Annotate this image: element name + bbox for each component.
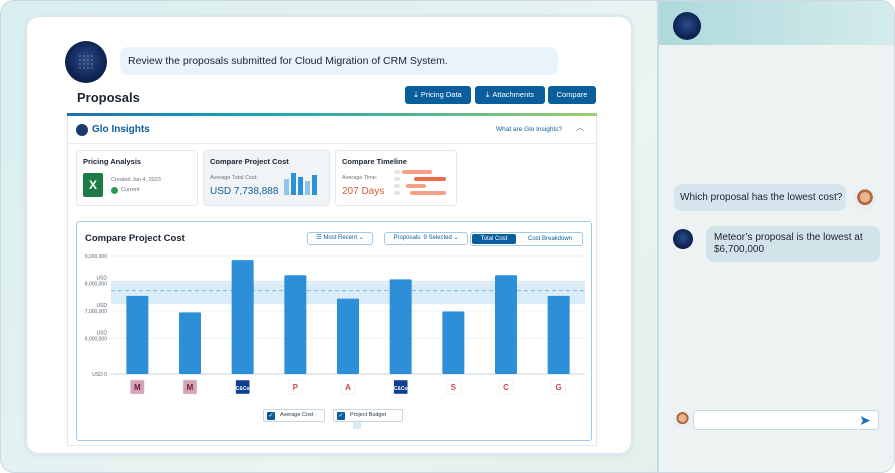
insights-title: Glo Insights: [92, 124, 150, 135]
mini-gantt-icon: [394, 170, 446, 195]
average-total-cost-value: USD 7,738,888: [210, 186, 279, 197]
proposals-filter-dropdown[interactable]: Proposals: 9 Selected ⌄: [384, 232, 468, 245]
sort-label: Most Recent: [323, 235, 358, 241]
compare-button[interactable]: Compare: [548, 86, 596, 104]
assistant-avatar: [65, 41, 107, 83]
send-icon[interactable]: ➤: [859, 412, 871, 429]
cost-breakdown-tab[interactable]: Cost Breakdown: [519, 234, 581, 244]
compare-timeline-card[interactable]: Compare Timeline Average Time: 207 Days: [335, 150, 457, 206]
attachments-button[interactable]: ⤓ Attachments: [475, 86, 545, 104]
insights-panel: Glo Insights What are Glo Insights? ︿ Pr…: [67, 116, 597, 446]
vendor-logo-label: S: [451, 383, 457, 392]
pricing-analysis-title: Pricing Analysis: [83, 157, 142, 166]
legend-average-cost[interactable]: ✓ Average Cost ┄: [263, 409, 325, 422]
assistant-avatar: [673, 229, 693, 249]
y-tick-label: 8,000,000: [85, 282, 107, 288]
mini-bar-chart-icon: [284, 173, 317, 195]
vendor-logo-label: C&Co: [236, 386, 250, 392]
user-avatar: [674, 411, 691, 428]
compare-timeline-title: Compare Timeline: [342, 157, 407, 166]
user-avatar: [854, 188, 876, 210]
vendor-logo-label: P: [293, 383, 299, 392]
bar-8: [495, 275, 517, 374]
dashed-line-icon: ┄: [314, 412, 319, 418]
download-icon: ⤓: [485, 90, 490, 99]
vendor-logo-label: C: [503, 383, 509, 392]
vendor-logo-label: G: [556, 383, 562, 392]
proposal-card: Review the proposals submitted for Cloud…: [27, 17, 631, 453]
app-frame: Review the proposals submitted for Cloud…: [0, 0, 895, 473]
vendor-logo-label: M: [134, 383, 141, 392]
bar-1: [126, 295, 149, 374]
average-total-cost-label: Average Total Cost:: [210, 175, 258, 181]
assistant-message: Meteor’s proposal is the lowest at $6,70…: [706, 226, 880, 262]
total-cost-tab[interactable]: Total Cost: [472, 234, 516, 244]
bar-4: [284, 275, 307, 374]
cost-bar-chart: USD9,000,000USD8,000,000USD7,000,000USD6…: [85, 252, 585, 395]
legend-budget-label: Project Budget: [350, 412, 387, 418]
assistant-avatar: [673, 12, 701, 40]
band-swatch-icon: [353, 422, 361, 430]
excel-icon: X: [83, 173, 103, 197]
filter-label: Proposals: 9 Selected: [393, 235, 452, 241]
vendor-logo-label: M: [187, 383, 194, 392]
vendor-logo-label: A: [345, 383, 351, 392]
status-text: Current: [121, 187, 140, 193]
page-title: Proposals: [77, 90, 140, 105]
user-message: Which proposal has the lowest cost?: [674, 184, 846, 211]
checkbox-checked-icon: ✓: [337, 412, 345, 420]
bar-5: [337, 298, 359, 374]
average-time-value: 207 Days: [342, 186, 385, 197]
cost-view-toggle: Total Cost Cost Breakdown: [470, 232, 583, 246]
y-tick-label: USD 0: [92, 372, 107, 378]
average-time-label: Average Time:: [342, 175, 378, 181]
bar-7: [442, 311, 465, 374]
pricing-data-button[interactable]: ⤓ Pricing Data: [405, 86, 471, 104]
check-circle-icon: [111, 187, 118, 194]
main-pane: Review the proposals submitted for Cloud…: [1, 1, 657, 472]
cost-chart-panel: Compare Project Cost ☰ Most Recent ⌄ Pro…: [76, 221, 592, 441]
checkbox-checked-icon: ✓: [267, 412, 275, 420]
chart-title: Compare Project Cost: [85, 233, 185, 244]
bar-2: [179, 312, 201, 374]
chevron-up-icon[interactable]: ︿: [576, 122, 584, 133]
created-date: Created Jan 4, 2023: [111, 177, 161, 183]
bar-3: [231, 260, 254, 374]
glo-logo-icon: [76, 124, 88, 136]
prompt-bubble: Review the proposals submitted for Cloud…: [120, 47, 558, 75]
chevron-down-icon: ⌄: [451, 235, 459, 241]
insights-help-link[interactable]: What are Glo Insights?: [496, 126, 562, 133]
legend-average-label: Average Cost: [280, 412, 314, 418]
insights-header[interactable]: Glo Insights What are Glo Insights? ︿: [68, 116, 596, 144]
attachments-label: Attachments: [492, 90, 535, 99]
download-icon: ⤓: [414, 90, 418, 99]
y-tick-label: 9,000,000: [85, 254, 107, 260]
y-tick-label: 7,000,000: [85, 309, 107, 315]
compare-cost-card[interactable]: Compare Project Cost Average Total Cost:…: [203, 150, 330, 206]
chat-input[interactable]: [693, 410, 879, 430]
compare-cost-title: Compare Project Cost: [210, 157, 289, 166]
chevron-down-icon: ⌄: [357, 235, 364, 241]
bar-9: [547, 295, 570, 374]
bar-6: [389, 279, 412, 374]
pricing-data-label: Pricing Data: [420, 90, 462, 99]
legend-project-budget[interactable]: ✓ Project Budget: [333, 409, 403, 430]
pricing-analysis-card[interactable]: Pricing Analysis X Created Jan 4, 2023 C…: [76, 150, 198, 206]
vendor-logo-label: C&Co: [394, 386, 408, 392]
sort-dropdown[interactable]: ☰ Most Recent ⌄: [307, 232, 373, 245]
y-tick-label: 6,000,000: [85, 337, 107, 343]
